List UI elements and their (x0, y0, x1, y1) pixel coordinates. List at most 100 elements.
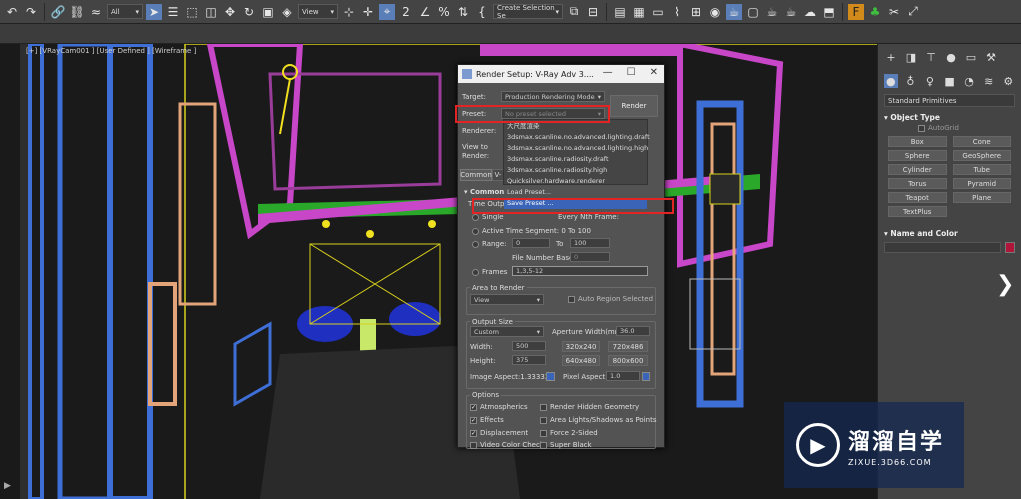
area-lights-checkbox[interactable]: Area Lights/Shadows as Points (540, 416, 657, 424)
primitive-button-tube[interactable]: Tube (952, 164, 1011, 175)
dialog-titlebar[interactable]: Render Setup: V-Ray Adv 3.... — ☐ ✕ (458, 65, 664, 83)
curve-editor-icon[interactable]: ⌇ (669, 4, 685, 20)
single-radio-button[interactable] (472, 213, 479, 221)
render-iterative-icon[interactable]: ☕ (783, 4, 799, 20)
height-field[interactable]: 375 (512, 355, 546, 365)
unlink-icon[interactable]: ⛓ (69, 4, 85, 20)
area-lights-checkbox-box[interactable] (540, 416, 547, 424)
bind-icon[interactable]: ≈ (88, 4, 104, 20)
undo-icon[interactable]: ↶ (4, 4, 20, 20)
name-color-heading[interactable]: ▾ Name and Color (884, 229, 1015, 238)
range-radio-button[interactable] (472, 240, 479, 248)
motion-tab-icon[interactable]: ● (944, 50, 958, 64)
displacement-checkbox[interactable]: ✓ Displacement (470, 429, 528, 437)
rotate-icon[interactable]: ↻ (241, 4, 257, 20)
force-2sided-checkbox-box[interactable] (540, 429, 547, 437)
area-to-render-dropdown[interactable]: View ▾ (470, 294, 544, 305)
plugin-fp-icon[interactable]: F (848, 3, 864, 20)
active-segment-radio[interactable]: Active Time Segment: 0 To 100 (472, 227, 591, 235)
edit-named-selection-icon[interactable]: { (474, 4, 490, 20)
tab-common[interactable]: Common (460, 169, 492, 181)
selection-filter-dropdown[interactable]: All ▾ (107, 4, 143, 19)
keyboard-shortcut-icon[interactable]: ⌖ (379, 3, 395, 20)
minimize-icon[interactable]: — (603, 67, 613, 78)
scale-icon[interactable]: ▣ (260, 4, 276, 20)
viewport-camera[interactable]: [+] [VRayCam001 ] [User Defined ] [Wiref… (0, 44, 877, 499)
preset-option[interactable]: 3dsmax.scanline.radiosity.draft (507, 154, 644, 165)
percent-snap-icon[interactable]: % (436, 4, 452, 20)
range-from-field[interactable]: 0 (512, 238, 550, 248)
auto-region-checkbox-box[interactable] (568, 295, 575, 303)
named-selection-dropdown[interactable]: Create Selection Se ▾ (493, 4, 563, 20)
window-crossing-icon[interactable]: ◫ (203, 4, 219, 20)
redo-icon[interactable]: ↷ (23, 4, 39, 20)
primitive-category-dropdown[interactable]: Standard Primitives (884, 94, 1015, 107)
plugin-tree-icon[interactable]: ♣ (867, 4, 883, 20)
pixel-aspect-field[interactable]: 1.0 (606, 371, 640, 381)
link-icon[interactable]: 🔗 (50, 4, 66, 20)
utilities-tab-icon[interactable]: ⚒ (984, 50, 998, 64)
auto-region-checkbox[interactable]: Auto Region Selected (568, 295, 653, 303)
video-color-checkbox[interactable]: Video Color Check (470, 441, 544, 449)
force-2sided-checkbox[interactable]: Force 2-Sided (540, 429, 598, 437)
region-select-icon[interactable]: ⬚ (184, 4, 200, 20)
left-arrow-icon[interactable]: ▶ (4, 481, 11, 491)
preset-size-800x600[interactable]: 800x600 (608, 355, 648, 366)
modify-tab-icon[interactable]: ◨ (904, 50, 918, 64)
render-hidden-checkbox-box[interactable] (540, 403, 547, 411)
angle-snap-icon[interactable]: ∠ (417, 4, 433, 20)
spacewarps-icon[interactable]: ≋ (982, 74, 996, 88)
create-tab-icon[interactable]: + (884, 50, 898, 64)
preset-option[interactable]: Quicksilver.hardware.renderer (507, 176, 644, 187)
target-dropdown[interactable]: Production Rendering Mode ▾ (501, 91, 605, 102)
range-radio[interactable]: Range: (472, 240, 507, 248)
displacement-checkbox-box[interactable]: ✓ (470, 429, 477, 437)
snap-icon[interactable]: 2 (398, 4, 414, 20)
close-icon[interactable]: ✕ (650, 67, 658, 78)
width-field[interactable]: 500 (512, 341, 546, 351)
helpers-icon[interactable]: ◔ (962, 74, 976, 88)
preset-size-320x240[interactable]: 320x240 (562, 341, 600, 352)
viewport-label[interactable]: [+] [VRayCam001 ] [User Defined ] [Wiref… (26, 47, 196, 55)
rendered-frame-icon[interactable]: ▢ (745, 4, 761, 20)
output-size-dropdown[interactable]: Custom ▾ (470, 326, 544, 337)
schematic-view-icon[interactable]: ⊞ (688, 4, 704, 20)
a360-icon[interactable]: ⬒ (821, 4, 837, 20)
autogrid-checkbox[interactable]: AutoGrid (878, 124, 1021, 132)
frames-radio-button[interactable] (472, 268, 479, 276)
preset-size-720x486[interactable]: 720x486 (608, 341, 648, 352)
primitive-button-plane[interactable]: Plane (952, 192, 1011, 203)
single-radio[interactable]: Single (472, 213, 504, 221)
align-icon[interactable]: ⊟ (585, 4, 601, 20)
effects-checkbox-box[interactable]: ✓ (470, 416, 477, 424)
object-type-heading[interactable]: ▾ Object Type (884, 113, 1015, 122)
preset-option[interactable]: 3dsmax.scanline.radiosity.high (507, 165, 644, 176)
geometry-icon[interactable]: ● (884, 74, 898, 88)
primitive-button-torus[interactable]: Torus (888, 178, 947, 189)
primitive-button-box[interactable]: Box (888, 136, 947, 147)
render-icon[interactable]: ☕ (764, 4, 780, 20)
preset-option[interactable]: 3dsmax.scanline.no.advanced.lighting.dra… (507, 132, 650, 143)
select-icon[interactable]: ➤ (146, 3, 162, 20)
render-hidden-checkbox[interactable]: Render Hidden Geometry (540, 403, 639, 411)
lights-icon[interactable]: ♀ (923, 74, 937, 88)
primitive-button-pyramid[interactable]: Pyramid (952, 178, 1011, 189)
frames-radio[interactable]: Frames (472, 268, 507, 276)
primitive-button-teapot[interactable]: Teapot (888, 192, 947, 203)
next-arrow-icon[interactable]: ❯ (996, 272, 1014, 297)
pivot-icon[interactable]: ◈ (279, 4, 295, 20)
active-segment-radio-button[interactable] (472, 227, 479, 235)
super-black-checkbox[interactable]: Super Black (540, 441, 592, 449)
common-section-heading[interactable]: ▾ Common (464, 188, 504, 196)
lock-aspect-icon[interactable] (546, 372, 555, 381)
preset-size-640x480[interactable]: 640x480 (562, 355, 600, 366)
hierarchy-tab-icon[interactable]: ⊤ (924, 50, 938, 64)
primitive-button-cone[interactable]: Cone (952, 136, 1011, 147)
maximize-icon[interactable]: ☐ (627, 67, 636, 78)
render-button[interactable]: Render (610, 95, 658, 117)
primitive-button-sphere[interactable]: Sphere (888, 150, 947, 161)
object-name-field[interactable] (884, 242, 1001, 253)
systems-icon[interactable]: ⚙ (1001, 74, 1015, 88)
select-manipulate-icon[interactable]: ✛ (360, 4, 376, 20)
primitive-button-geosphere[interactable]: GeoSphere (952, 150, 1011, 161)
